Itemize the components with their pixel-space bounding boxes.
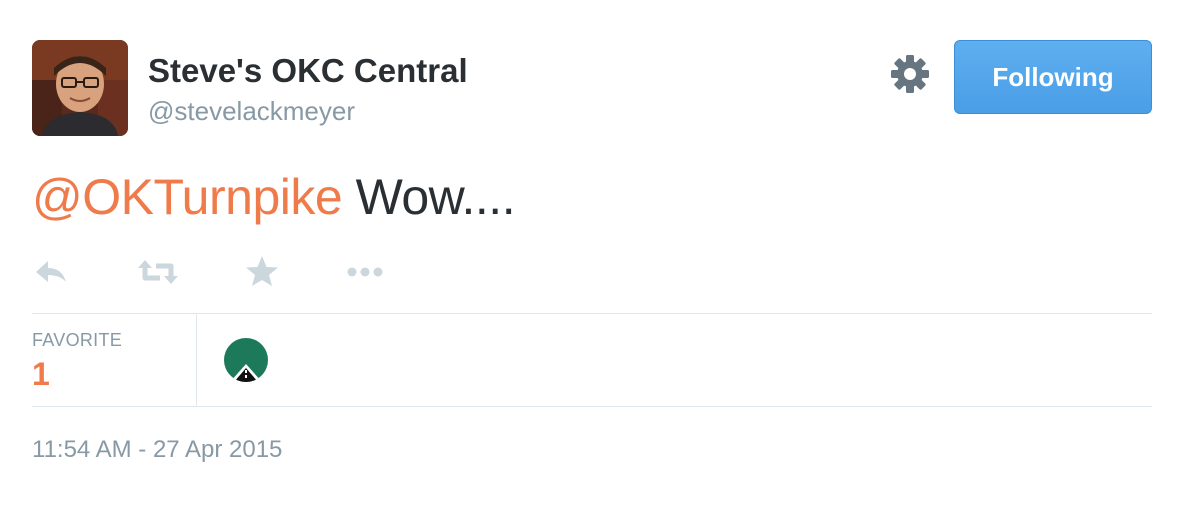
tweet-text: @OKTurnpike Wow.... xyxy=(32,168,516,226)
favoriter-avatar[interactable] xyxy=(224,338,268,382)
tweet-card: Steve's OKC Central @stevelackmeyer Foll… xyxy=(0,0,1198,508)
favorites-label: FAVORITE xyxy=(32,330,123,350)
retweet-icon[interactable] xyxy=(136,252,178,292)
mention-link[interactable]: @OKTurnpike xyxy=(32,169,343,225)
tweet-body: Wow.... xyxy=(342,169,516,225)
tweet-timestamp[interactable]: 11:54 AM - 27 Apr 2015 xyxy=(32,436,282,464)
stats-vertical-divider xyxy=(196,314,197,406)
star-icon[interactable] xyxy=(242,252,282,292)
author-avatar[interactable] xyxy=(32,40,128,136)
favorites-count[interactable]: 1 xyxy=(32,356,50,393)
following-button[interactable]: Following xyxy=(954,40,1152,114)
gear-icon[interactable] xyxy=(890,54,930,94)
more-icon[interactable] xyxy=(344,252,384,292)
author-handle[interactable]: @stevelackmeyer xyxy=(148,96,355,127)
stats-bottom-divider xyxy=(32,406,1152,407)
profile-photo-icon xyxy=(32,40,128,136)
author-name[interactable]: Steve's OKC Central xyxy=(148,52,468,90)
reply-icon[interactable] xyxy=(32,252,72,292)
stats-top-divider xyxy=(32,313,1152,314)
turnpike-logo-avatar-icon xyxy=(224,338,268,382)
